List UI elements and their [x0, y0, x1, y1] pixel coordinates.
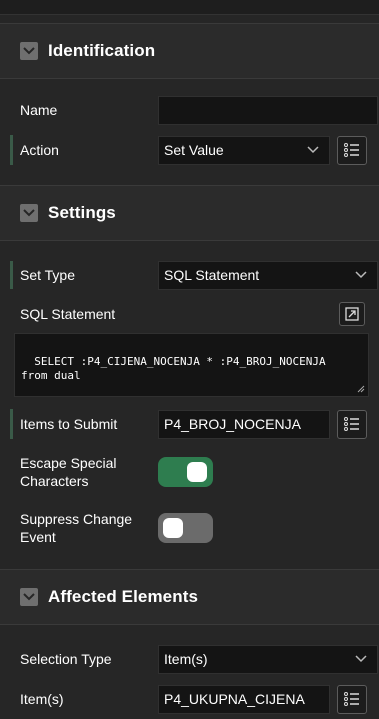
selection-type-value: Item(s) — [164, 651, 208, 667]
toggle-knob — [187, 462, 207, 482]
suppress-change-row: Suppress Change Event — [0, 499, 379, 557]
list-picker-button[interactable] — [337, 684, 367, 714]
items-row: Item(s) P4_UKUPNA_CIJENA — [0, 679, 379, 719]
chevron-down-icon — [307, 145, 319, 153]
chevron-down-icon[interactable] — [20, 204, 38, 222]
sql-statement-text: SELECT :P4_CIJENA_NOCENJA * :P4_BROJ_NOC… — [21, 355, 326, 382]
chevron-down-icon[interactable] — [20, 588, 38, 606]
escape-special-row: Escape Special Characters — [0, 445, 379, 499]
sql-statement-editor[interactable]: SELECT :P4_CIJENA_NOCENJA * :P4_BROJ_NOC… — [14, 333, 369, 397]
suppress-change-toggle[interactable] — [158, 513, 213, 543]
list-picker-icon — [344, 143, 359, 157]
chevron-down-icon — [355, 270, 367, 278]
items-input[interactable]: P4_UKUPNA_CIJENA — [158, 684, 330, 714]
action-select[interactable]: Set Value — [158, 135, 330, 165]
settings-section-header[interactable]: Settings — [0, 185, 379, 241]
set-type-row: Set Type SQL Statement — [0, 255, 379, 295]
sql-label-row: SQL Statement — [0, 295, 379, 333]
name-label: Name — [20, 102, 58, 118]
toggle-knob — [163, 518, 183, 538]
section-title: Settings — [48, 203, 116, 222]
items-to-submit-label: Items to Submit — [20, 416, 118, 432]
expand-icon — [345, 307, 359, 321]
affected-elements-section-header[interactable]: Affected Elements — [0, 569, 379, 625]
escape-special-label: Escape Special Characters — [20, 455, 117, 489]
list-picker-icon — [344, 692, 359, 706]
escape-special-toggle[interactable] — [158, 457, 213, 487]
selection-type-select[interactable]: Item(s) — [158, 644, 378, 674]
resize-handle-icon — [357, 385, 365, 393]
chevron-down-icon — [355, 654, 367, 662]
set-type-value: SQL Statement — [164, 267, 260, 283]
chevron-down-icon[interactable] — [20, 42, 38, 60]
name-row: Name — [0, 93, 379, 127]
list-picker-button[interactable] — [337, 135, 367, 165]
set-type-label: Set Type — [20, 267, 76, 283]
action-row: Action Set Value — [0, 129, 379, 171]
section-title: Identification — [48, 41, 156, 60]
selection-type-row: Selection Type Item(s) — [0, 639, 379, 679]
identification-section-header[interactable]: Identification — [0, 23, 379, 79]
name-input[interactable] — [158, 95, 378, 125]
sql-statement-label: SQL Statement — [20, 306, 116, 322]
list-picker-icon — [344, 417, 359, 431]
action-label: Action — [20, 142, 59, 158]
selection-type-label: Selection Type — [20, 651, 112, 667]
list-picker-button[interactable] — [337, 409, 367, 439]
suppress-change-label: Suppress Change Event — [20, 511, 133, 545]
set-type-select[interactable]: SQL Statement — [158, 260, 378, 290]
items-label: Item(s) — [20, 691, 64, 707]
action-value: Set Value — [164, 142, 224, 158]
section-title: Affected Elements — [48, 587, 199, 606]
expand-editor-button[interactable] — [339, 302, 365, 326]
items-to-submit-row: Items to Submit P4_BROJ_NOCENJA — [0, 403, 379, 445]
items-to-submit-input[interactable]: P4_BROJ_NOCENJA — [158, 409, 330, 439]
panel-top-strip — [0, 0, 379, 15]
